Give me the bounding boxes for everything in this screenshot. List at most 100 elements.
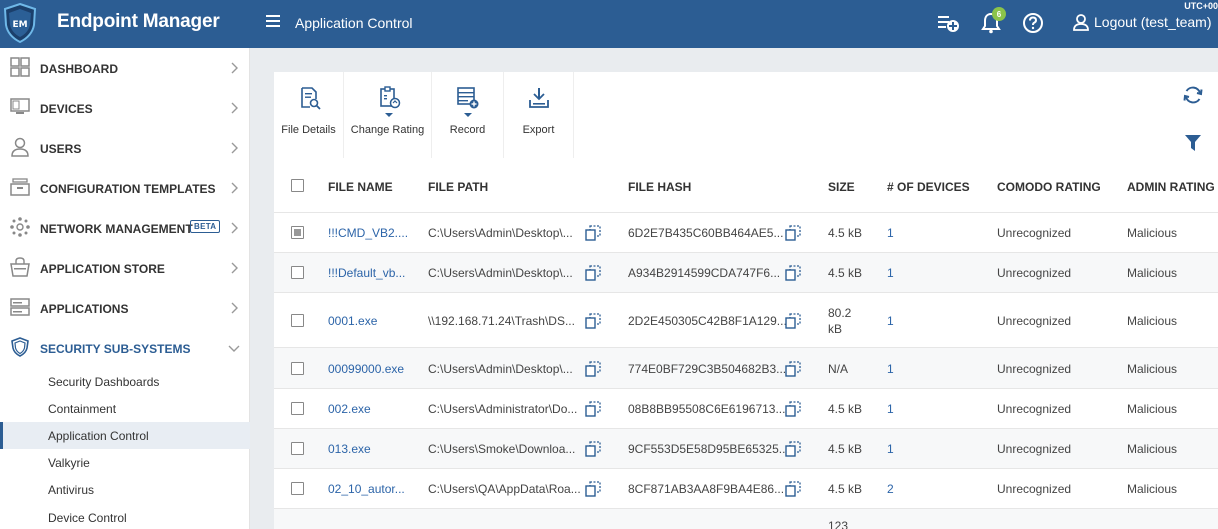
copy-icon[interactable] (585, 361, 601, 377)
copy-icon[interactable] (785, 361, 801, 377)
copy-icon[interactable] (585, 265, 601, 281)
admin-rating-cell: Malicious (1127, 266, 1178, 280)
size-cell: 4.5 kB (828, 226, 863, 240)
sidebar-subitem-device-control[interactable]: Device Control (0, 504, 250, 529)
copy-icon[interactable] (585, 225, 601, 241)
row-checkbox[interactable] (291, 266, 304, 279)
app-title: Endpoint Manager (57, 11, 220, 32)
file-name-link[interactable]: 002.exe (328, 402, 371, 416)
logout-button[interactable]: Logout (test_team) (1072, 13, 1212, 31)
devices-count-link[interactable]: 1 (887, 266, 894, 280)
table-row[interactable]: !!!Default_vb... C:\Users\Admin\Desktop\… (274, 253, 1218, 293)
sidebar-item-applications[interactable]: APPLICATIONS (0, 288, 250, 328)
table-row[interactable]: 123 (274, 509, 1218, 529)
caret-down-icon (464, 113, 472, 117)
table-row[interactable]: !!!CMD_VB2.... C:\Users\Admin\Desktop\..… (274, 213, 1218, 253)
table-row[interactable]: 0001.exe \\192.168.71.24\Trash\DS... 2D2… (274, 293, 1218, 348)
comodo-rating-cell: Unrecognized (997, 482, 1072, 496)
copy-icon[interactable] (785, 225, 801, 241)
file-name-link[interactable]: 013.exe (328, 442, 371, 456)
devices-count-link[interactable]: 1 (887, 442, 894, 456)
copy-icon[interactable] (585, 313, 601, 329)
copy-icon[interactable] (785, 313, 801, 329)
sidebar-subitem-security-dashboards[interactable]: Security Dashboards (0, 368, 250, 395)
row-checkbox[interactable] (291, 442, 304, 455)
export-button[interactable]: Export (504, 72, 574, 158)
copy-icon[interactable] (585, 441, 601, 457)
column-file-name[interactable]: FILE NAME (328, 180, 393, 194)
sidebar-item-users[interactable]: USERS (0, 128, 250, 168)
column-size[interactable]: SIZE (828, 180, 855, 194)
table-row[interactable]: 013.exe C:\Users\Smoke\Downloa... 9CF553… (274, 429, 1218, 469)
menu-toggle-icon[interactable] (266, 15, 280, 31)
file-path-cell: C:\Users\Admin\Desktop\... (428, 362, 573, 376)
copy-icon[interactable] (585, 401, 601, 417)
record-icon (457, 87, 479, 109)
sidebar-item-application-store[interactable]: APPLICATION STORE (0, 248, 250, 288)
sidebar-subitem-valkyrie[interactable]: Valkyrie (0, 449, 250, 476)
file-name-link[interactable]: 00099000.exe (328, 362, 404, 376)
column-comodo-rating[interactable]: COMODO RATING (997, 180, 1101, 194)
record-button[interactable]: Record (432, 72, 504, 158)
sidebar-item-security-sub-systems[interactable]: SECURITY SUB-SYSTEMS (0, 328, 250, 368)
help-icon[interactable] (1021, 11, 1045, 35)
row-checkbox[interactable] (291, 482, 304, 495)
refresh-icon[interactable] (1182, 84, 1204, 106)
templates-icon (10, 178, 30, 196)
comodo-rating-cell: Unrecognized (997, 314, 1072, 328)
sidebar-item-label: NETWORK MANAGEMENT (40, 222, 193, 236)
file-hash-cell: 8CF871AB3AA8F9BA4E86... (628, 482, 785, 496)
table-row[interactable]: 00099000.exe C:\Users\Admin\Desktop\... … (274, 348, 1218, 389)
file-hash-cell: 08B8BB95508C6E6196713... (628, 402, 786, 416)
sidebar-item-network-management[interactable]: NETWORK MANAGEMENT BETA (0, 208, 250, 248)
chevron-right-icon (231, 262, 238, 274)
file-hash-cell: 2D2E450305C42B8F1A129... (628, 314, 787, 328)
comodo-rating-cell: Unrecognized (997, 226, 1072, 240)
file-path-cell: C:\Users\Admin\Desktop\... (428, 226, 573, 240)
column-file-hash[interactable]: FILE HASH (628, 180, 691, 194)
column-admin-rating[interactable]: ADMIN RATING (1127, 180, 1215, 194)
copy-icon[interactable] (785, 441, 801, 457)
top-bar: EM Endpoint Manager Application Control … (0, 0, 1218, 48)
table-row[interactable]: 002.exe C:\Users\Administrator\Do... 08B… (274, 389, 1218, 429)
file-details-icon (301, 87, 321, 110)
filter-icon[interactable] (1185, 134, 1201, 152)
devices-count-link[interactable]: 1 (887, 362, 894, 376)
sidebar-item-devices[interactable]: DEVICES (0, 88, 250, 128)
file-name-link[interactable]: 02_10_autor... (328, 482, 405, 496)
devices-count-link[interactable]: 1 (887, 402, 894, 416)
table-row[interactable]: 02_10_autor... C:\Users\QA\AppData\Roa..… (274, 469, 1218, 509)
column-devices[interactable]: # OF DEVICES (887, 180, 970, 194)
row-checkbox[interactable] (291, 362, 304, 375)
brand[interactable]: EM Endpoint Manager (0, 0, 250, 48)
sidebar-subitem-containment[interactable]: Containment (0, 395, 250, 422)
copy-icon[interactable] (785, 265, 801, 281)
copy-icon[interactable] (585, 481, 601, 497)
sidebar-item-label: APPLICATION STORE (40, 262, 165, 276)
sidebar-subitem-application-control[interactable]: Application Control (0, 422, 250, 449)
change-rating-button[interactable]: Change Rating (344, 72, 432, 158)
select-all-checkbox[interactable] (291, 179, 304, 192)
sidebar-subitem-antivirus[interactable]: Antivirus (0, 476, 250, 503)
row-checkbox[interactable] (291, 314, 304, 327)
file-name-link[interactable]: !!!CMD_VB2.... (328, 226, 408, 240)
file-details-button[interactable]: File Details (274, 72, 344, 158)
devices-count-link[interactable]: 1 (887, 226, 894, 240)
file-hash-cell: A934B2914599CDA747F6... (628, 266, 781, 280)
file-name-link[interactable]: 0001.exe (328, 314, 377, 328)
column-file-path[interactable]: FILE PATH (428, 180, 488, 194)
copy-icon[interactable] (785, 401, 801, 417)
sidebar-item-configuration-templates[interactable]: CONFIGURATION TEMPLATES (0, 168, 250, 208)
devices-count-link[interactable]: 1 (887, 314, 894, 328)
file-name-link[interactable]: !!!Default_vb... (328, 266, 405, 280)
copy-icon[interactable] (785, 481, 801, 497)
row-checkbox[interactable] (291, 226, 304, 239)
sidebar-item-dashboard[interactable]: DASHBOARD (0, 48, 250, 88)
row-checkbox[interactable] (291, 402, 304, 415)
toolbar-label: Change Rating (350, 124, 425, 136)
devices-count-link[interactable]: 2 (887, 482, 894, 496)
chevron-right-icon (231, 182, 238, 194)
size-cell: 123 (828, 519, 849, 529)
content-panel: File Details Change Rating Record Export… (274, 72, 1218, 529)
add-list-icon[interactable] (936, 11, 960, 35)
